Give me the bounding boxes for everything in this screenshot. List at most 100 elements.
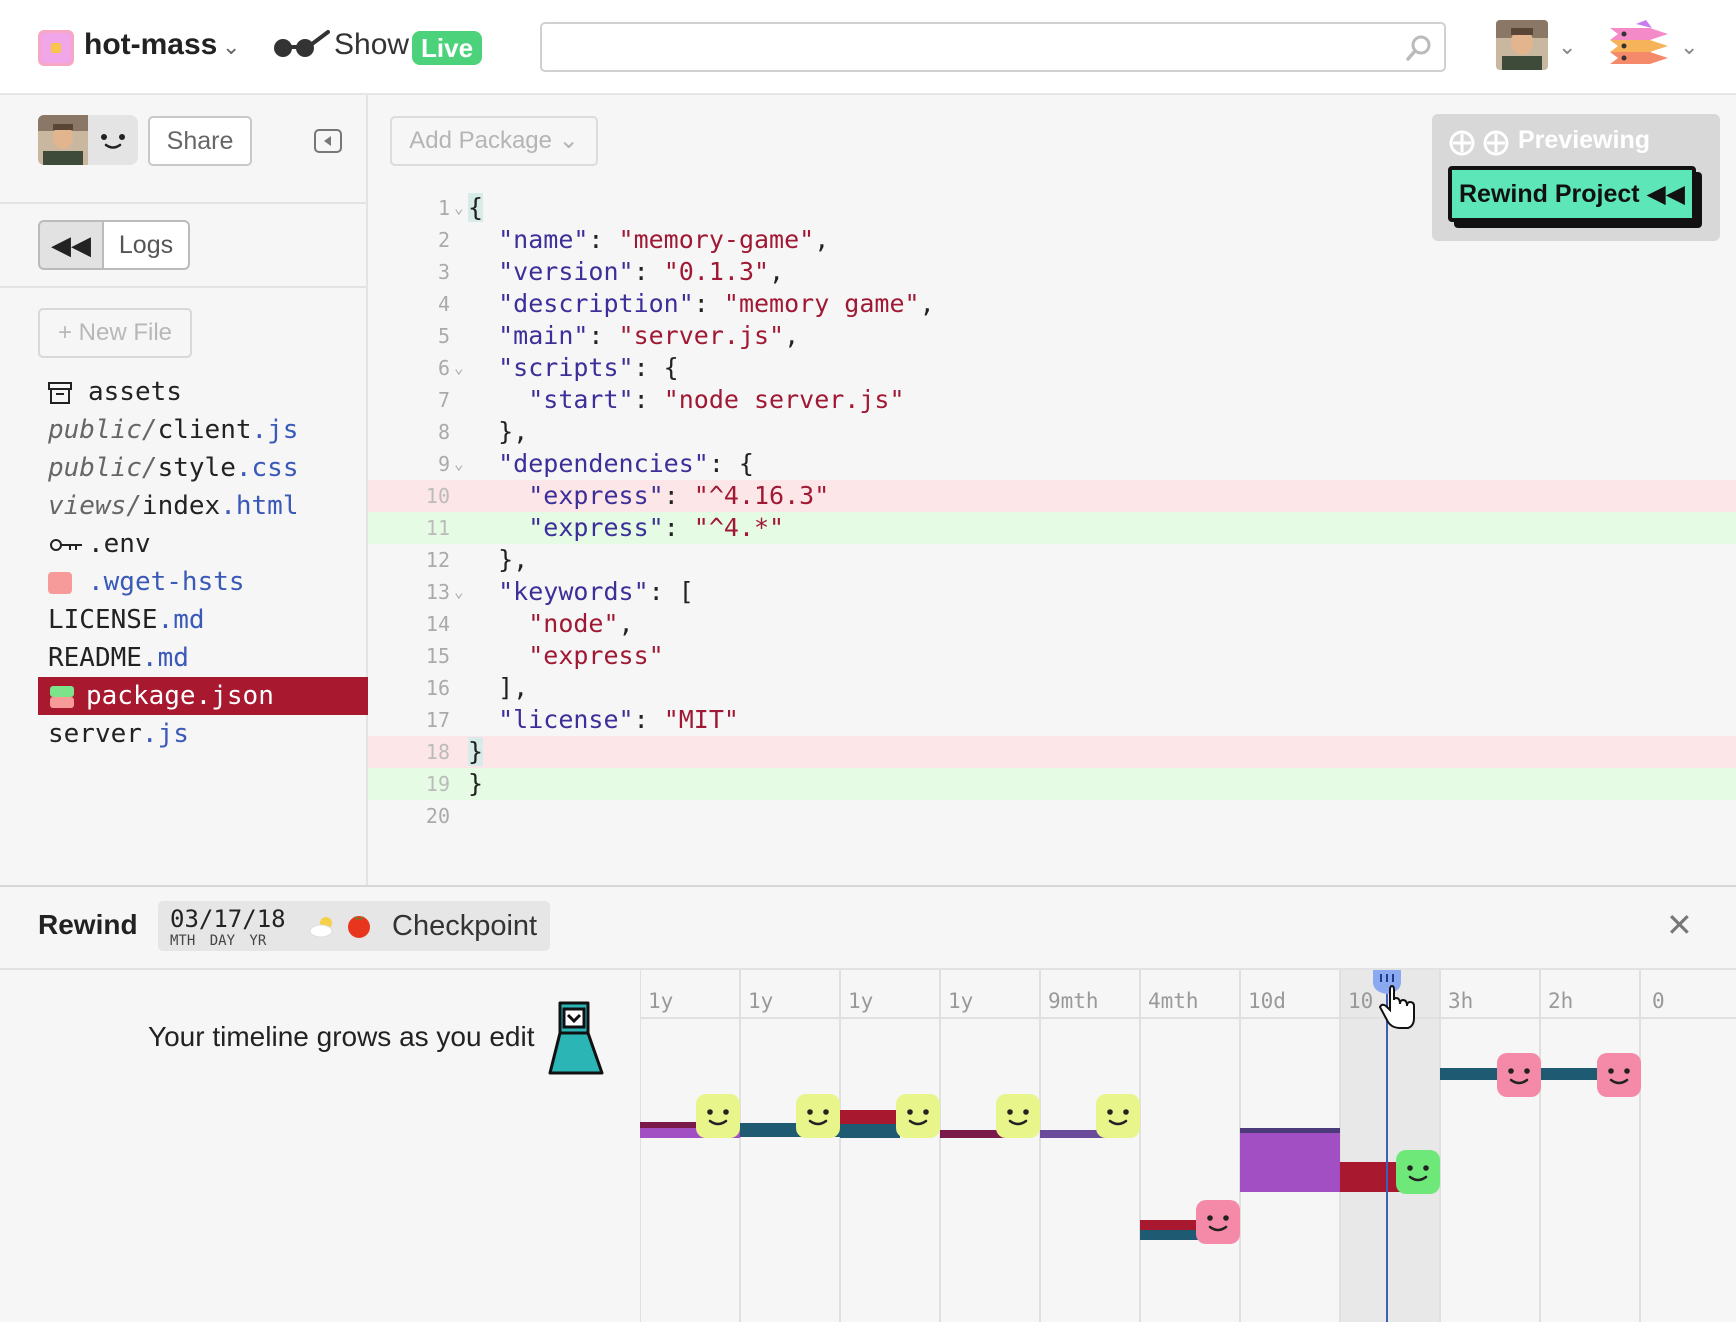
file-item-env[interactable]: .env — [0, 525, 368, 563]
timeline-col-label: 3h — [1448, 989, 1473, 1013]
fold-icon: ⌄ — [454, 454, 464, 473]
timeline-col-label: 1y — [848, 989, 873, 1013]
chevron-down-icon: ⌄ — [558, 127, 579, 154]
live-badge[interactable]: Live — [412, 31, 483, 65]
checkpoint-label: Checkpoint — [392, 910, 538, 942]
diff-file-icon — [50, 686, 74, 708]
rewind-button[interactable]: ◀◀ — [38, 220, 102, 270]
code-line: 15 "express" — [425, 641, 664, 670]
timeline-col-label: 1y — [748, 989, 773, 1013]
code-line: 3 "version": "0.1.3", — [437, 257, 785, 286]
rewind-project-button[interactable]: Rewind Project ◀◀ — [1448, 166, 1696, 222]
timeline-col-label: 9mth — [1048, 989, 1099, 1013]
timeline-bar — [840, 1110, 900, 1124]
code-line-added: 11 "express": "^4.*" — [368, 512, 1736, 544]
file-item-assets[interactable]: assets — [0, 373, 368, 411]
timeline-message: Your timeline grows as you edit — [148, 1021, 535, 1052]
code-line: 5 "main": "server.js", — [437, 321, 800, 350]
fold-icon: ⌄ — [454, 582, 464, 601]
checkpoint-date-box[interactable]: 03/17/18 MTH DAY YR Checkpoint — [158, 901, 550, 951]
code-line: 6 ⌄ "scripts": { — [437, 353, 679, 382]
checkpoint-date: 03/17/18 — [170, 905, 286, 933]
code-line: 13 ⌄ "keywords": [ — [425, 577, 694, 606]
glasses-icon[interactable] — [272, 28, 330, 62]
timeline-col-label: 10 — [1348, 989, 1373, 1013]
timeline-col-label: 10d — [1248, 989, 1286, 1013]
timeline-face-yellow[interactable] — [896, 1094, 940, 1138]
file-item-readme-md[interactable]: README.md — [0, 639, 368, 677]
code-line: 7 "start": "node server.js" — [437, 385, 905, 414]
cloud-sun-icon — [309, 917, 333, 938]
add-package-button[interactable]: Add Package ⌄ — [390, 116, 598, 166]
timeline-bar — [1140, 1230, 1200, 1240]
share-button[interactable]: Share — [148, 116, 252, 166]
chevron-down-icon[interactable]: ⌄ — [1558, 34, 1576, 60]
timeline-col-label: 1y — [948, 989, 973, 1013]
project-name[interactable]: hot-mass — [84, 28, 217, 62]
anonymous-user-avatar[interactable] — [88, 115, 138, 165]
file-item-license-md[interactable]: LICENSE.md — [0, 601, 368, 639]
divider — [0, 202, 366, 204]
archive-icon — [48, 382, 72, 404]
timeline-col-label: 4mth — [1148, 989, 1199, 1013]
divider — [0, 286, 366, 288]
previewing-panel: Previewing Rewind Project ◀◀ — [1432, 114, 1720, 241]
kettle-icon — [548, 1001, 604, 1075]
code-line: 4 "description": "memory game", — [437, 289, 935, 318]
file-item-server-js[interactable]: server.js — [0, 715, 368, 753]
binary-file-icon — [48, 572, 72, 594]
code-line: 12 }, — [425, 545, 529, 574]
preview-target-icon — [1449, 130, 1509, 156]
code-line: 8 }, — [437, 417, 529, 446]
search-input[interactable] — [540, 22, 1446, 72]
collapse-sidebar-icon[interactable] — [314, 129, 342, 153]
show-button[interactable]: Show — [334, 28, 409, 62]
file-item-package-json[interactable]: package.json — [38, 677, 368, 715]
search-icon[interactable] — [1405, 34, 1433, 62]
chevron-down-icon[interactable]: ⌄ — [1680, 34, 1698, 60]
timeline-face-yellow[interactable] — [1096, 1094, 1140, 1138]
tomato-icon — [348, 916, 370, 938]
code-area[interactable]: 1 ⌄{ 2 "name": "memory-game", 3 "version"… — [368, 192, 1736, 832]
timeline-bar — [640, 1122, 700, 1128]
code-line: 16 ], — [425, 673, 529, 702]
timeline-face-pink[interactable] — [1196, 1200, 1240, 1244]
file-item-index-html[interactable]: views/index.html — [0, 487, 368, 525]
code-line: 14 "node", — [425, 609, 634, 638]
top-bar: hot-mass ⌄ Show Live ⌄ ⌄ — [0, 0, 1736, 95]
timeline-face-green[interactable] — [1396, 1150, 1440, 1194]
timeline-col-label: 0 — [1652, 989, 1665, 1013]
file-item-client-js[interactable]: public/client.js — [0, 411, 368, 449]
timeline-col-label: 2h — [1548, 989, 1573, 1013]
file-item-style-css[interactable]: public/style.css — [0, 449, 368, 487]
code-line-removed: 18} — [368, 736, 1736, 768]
file-item-wget-hsts[interactable]: .wget-hsts — [0, 563, 368, 601]
rewind-timeline[interactable]: 1y 1y 1y 1y 9mth 4mth 10d 10 3h 2h 0 — [640, 970, 1736, 1322]
fish-logo-icon[interactable] — [1606, 20, 1672, 72]
code-line-removed: 10 "express": "^4.16.3" — [368, 480, 1736, 512]
key-icon — [50, 539, 82, 551]
timeline-face-yellow[interactable] — [996, 1094, 1040, 1138]
timeline-col-label: 1y — [648, 989, 673, 1013]
sidebar: Share ◀◀ Logs + New File assets public/c… — [0, 95, 368, 885]
timeline-bar — [840, 1124, 900, 1138]
collaborator-avatar[interactable] — [38, 115, 88, 165]
fold-icon: ⌄ — [454, 198, 464, 217]
timeline-face-pink[interactable] — [1497, 1053, 1541, 1097]
fold-icon: ⌄ — [454, 358, 464, 377]
previewing-label: Previewing — [1518, 126, 1650, 154]
timeline-bar — [1140, 1220, 1200, 1230]
add-package-label: Add Package — [409, 127, 552, 154]
user-avatar[interactable] — [1496, 20, 1548, 70]
timeline-face-yellow[interactable] — [796, 1094, 840, 1138]
new-file-button[interactable]: + New File — [38, 308, 192, 358]
close-icon[interactable]: ✕ — [1666, 909, 1693, 941]
project-avatar-icon[interactable] — [38, 30, 74, 66]
timeline-face-pink[interactable] — [1597, 1053, 1641, 1097]
timeline-bar — [1340, 1162, 1400, 1192]
chevron-down-icon[interactable]: ⌄ — [222, 34, 240, 60]
logs-button[interactable]: Logs — [102, 220, 190, 270]
code-line-added: 19} — [368, 768, 1736, 800]
rewind-panel: Rewind 03/17/18 MTH DAY YR Checkpoint ✕ … — [0, 885, 1736, 1322]
timeline-face-yellow[interactable] — [696, 1094, 740, 1138]
